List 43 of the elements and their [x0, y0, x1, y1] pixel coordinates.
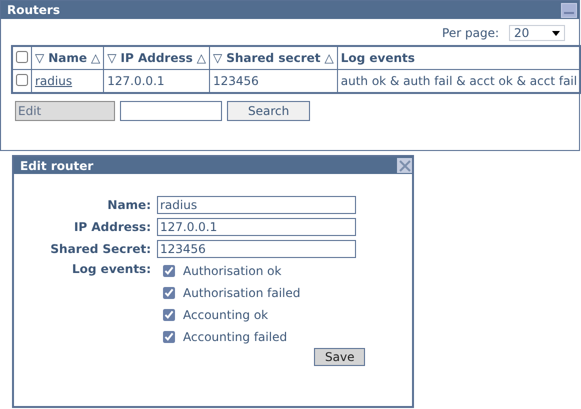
sort-descending-icon[interactable]: ▽: [212, 51, 222, 65]
save-button[interactable]: Save: [314, 348, 366, 366]
sort-ascending-icon[interactable]: △: [196, 51, 206, 65]
input-field[interactable]: 127.0.0.1: [157, 218, 356, 236]
sort-ascending-icon[interactable]: △: [324, 51, 334, 65]
checkbox-label: Accounting failed: [183, 330, 288, 344]
minimize-button[interactable]: [561, 2, 577, 18]
close-button[interactable]: [397, 158, 412, 173]
checkbox-label: Authorisation ok: [183, 264, 282, 278]
select-all-checkbox[interactable]: [16, 50, 28, 62]
table-cell: auth ok & auth fail & acct ok & acct fail: [340, 74, 578, 88]
sort-descending-icon[interactable]: ▽: [35, 51, 44, 65]
field-label: Name:: [106, 198, 152, 212]
sort-ascending-icon[interactable]: △: [91, 51, 100, 65]
checkbox-label: Authorisation failed: [183, 286, 300, 300]
table-cell: 123456: [212, 74, 259, 88]
log-event-checkbox[interactable]: [163, 331, 175, 343]
per-page-label: Per page:: [442, 26, 499, 40]
dialog-title: Edit router: [20, 158, 94, 172]
sort-descending-icon[interactable]: ▽: [107, 51, 116, 65]
input-field[interactable]: 123456: [157, 240, 356, 258]
search-field[interactable]: [120, 101, 222, 121]
checkbox-label: Accounting ok: [183, 308, 268, 322]
field-label: Log events:: [71, 262, 152, 276]
column-header[interactable]: ▽ IP Address △: [104, 46, 210, 70]
column-label: Name: [48, 51, 88, 65]
field-label: Shared Secret:: [49, 242, 152, 256]
caret-icon: [552, 30, 560, 36]
panel-title: Routers: [7, 3, 60, 17]
column-label: IP Address: [120, 51, 193, 65]
search-button[interactable]: Search: [227, 101, 310, 121]
field-label: IP Address:: [72, 220, 152, 234]
column-label: Log events: [340, 51, 415, 65]
column-header[interactable]: ▽ Shared secret △: [209, 46, 338, 70]
row-checkbox[interactable]: [16, 74, 28, 86]
column-header[interactable]: ▽ Name △: [32, 46, 104, 70]
log-event-checkbox[interactable]: [163, 309, 175, 321]
per-page-select[interactable]: 20: [509, 25, 565, 41]
log-event-checkbox[interactable]: [163, 287, 175, 299]
table-cell: 127.0.0.1: [107, 74, 165, 88]
column-label: Shared secret: [226, 51, 321, 65]
log-event-checkbox[interactable]: [163, 265, 175, 277]
input-field[interactable]: radius: [157, 196, 356, 214]
